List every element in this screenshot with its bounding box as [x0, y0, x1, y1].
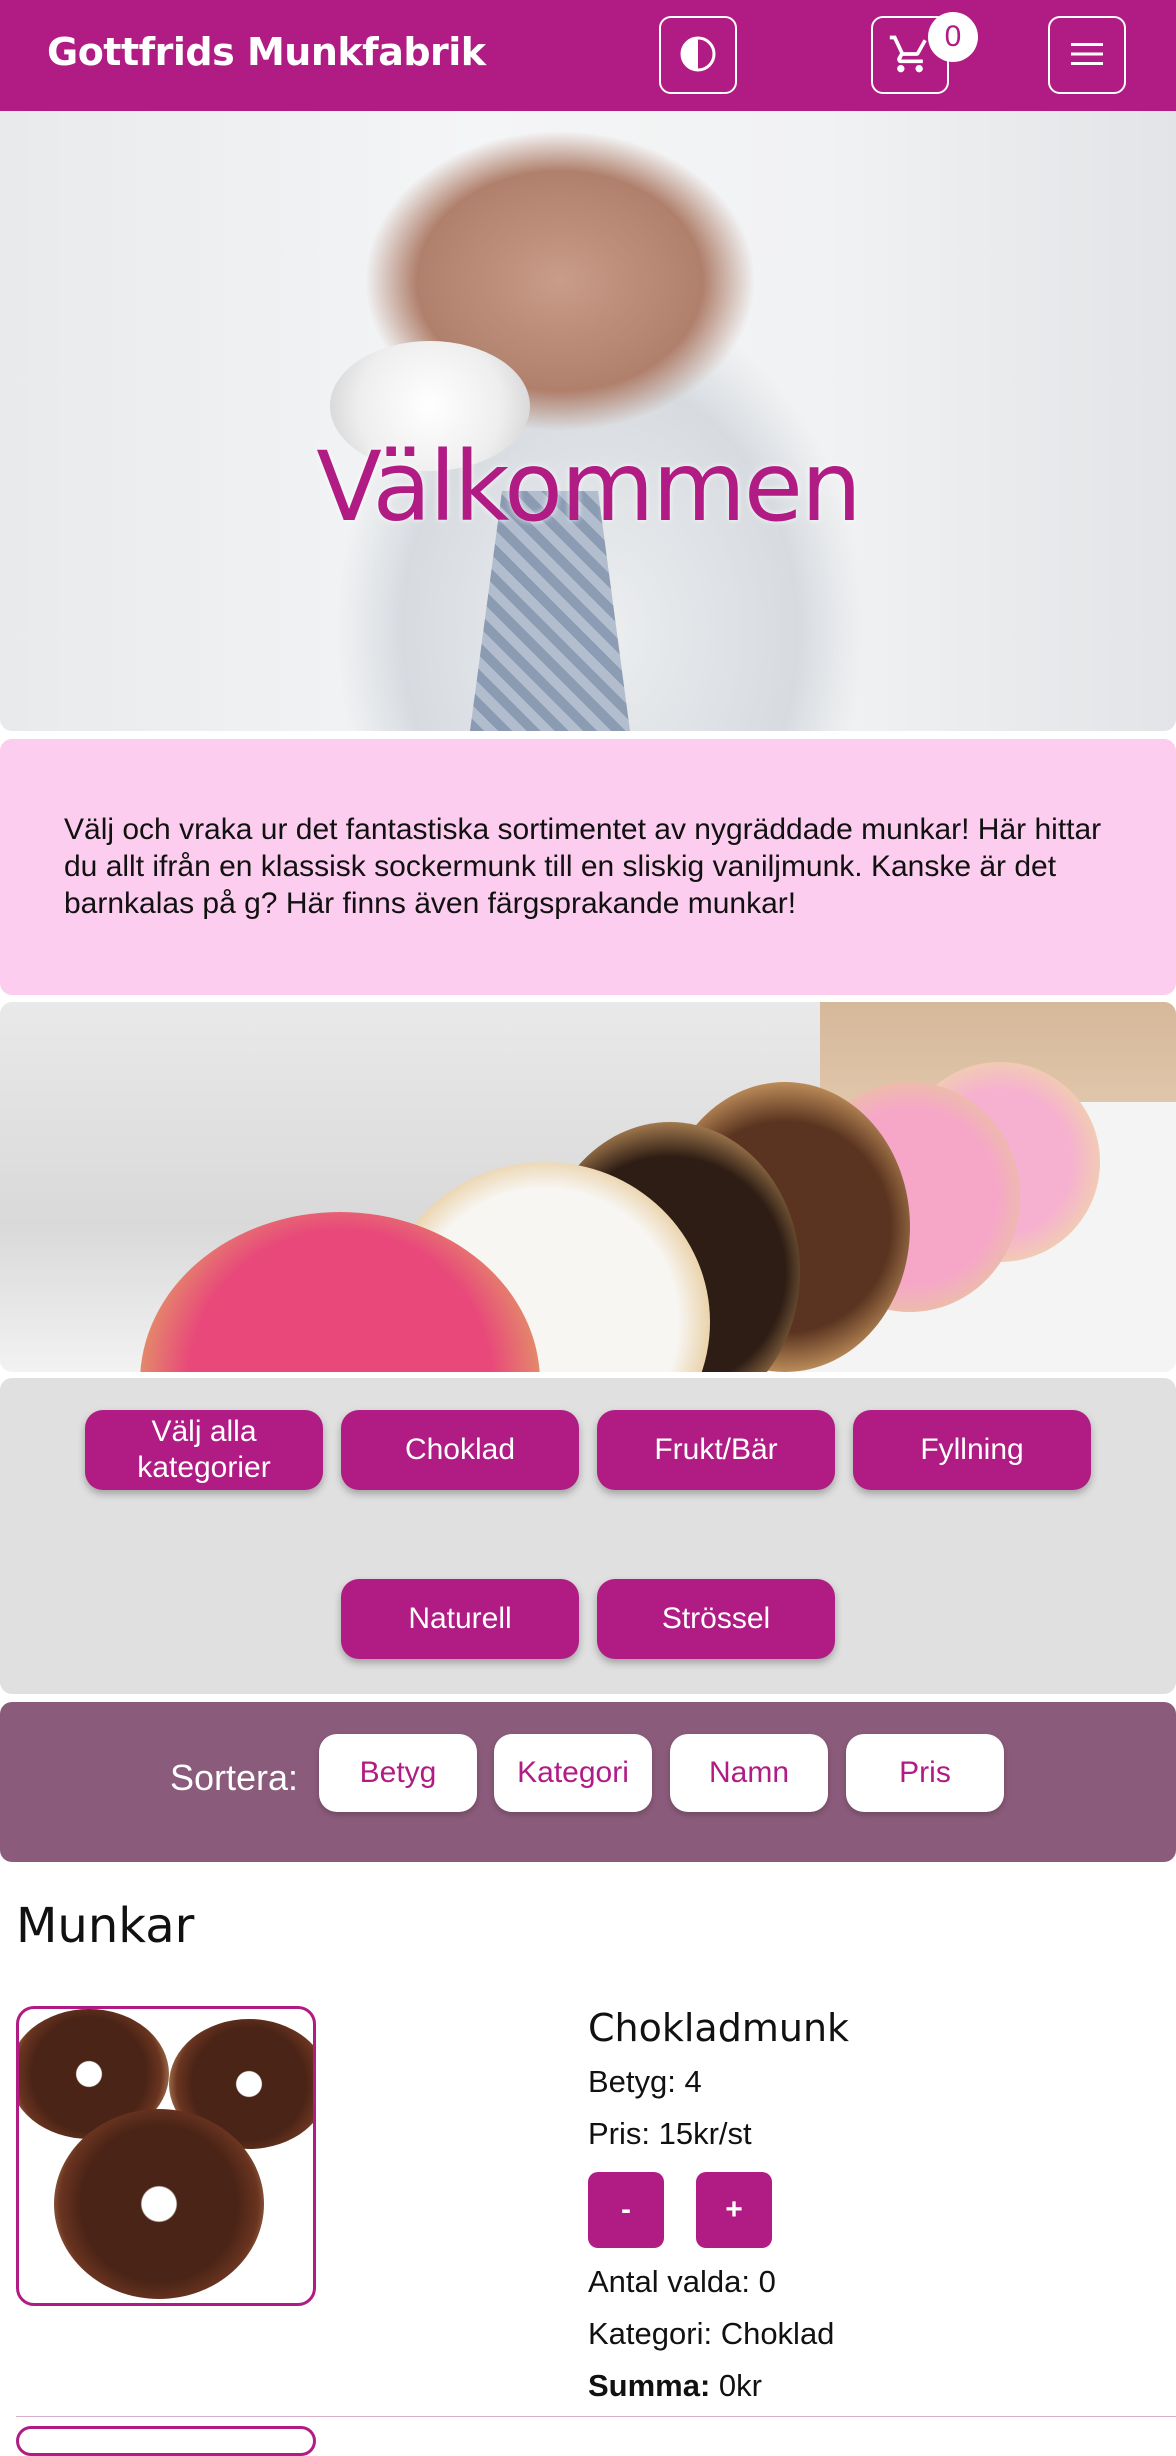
- product-sum-label: Summa:: [588, 2368, 711, 2403]
- sort-label: Sortera:: [170, 1757, 299, 1798]
- donut-image-part: [54, 2109, 264, 2299]
- contrast-toggle-button[interactable]: [659, 16, 737, 94]
- category-all-button[interactable]: Välj alla kategorier: [85, 1410, 323, 1490]
- sort-namn-button[interactable]: Namn: [670, 1734, 828, 1812]
- hero-title: Välkommen: [316, 431, 862, 543]
- category-choklad-button[interactable]: Choklad: [341, 1410, 579, 1490]
- category-strossel-button[interactable]: Strössel: [597, 1579, 835, 1659]
- category-naturell-button[interactable]: Naturell: [341, 1579, 579, 1659]
- sort-betyg-button[interactable]: Betyg: [319, 1734, 477, 1812]
- hero-banner: Välkommen: [0, 111, 1176, 731]
- cart-icon: [888, 32, 932, 79]
- product-sum: Summa: 0kr: [588, 2368, 762, 2404]
- product-image-chokladmunk: [16, 2006, 316, 2306]
- product-category: Kategori: Choklad: [588, 2316, 835, 2351]
- products-heading: Munkar: [16, 1898, 195, 1954]
- sort-panel: Sortera: Betyg Kategori Namn Pris: [0, 1702, 1176, 1862]
- intro-text: Välj och vraka ur det fantastiska sortim…: [64, 813, 1102, 920]
- intro-text-box: Välj och vraka ur det fantastiska sortim…: [0, 739, 1176, 995]
- cart-count-badge: 0: [928, 12, 978, 62]
- product-sum-value: 0kr: [710, 2368, 762, 2403]
- product-selected-count: Antal valda: 0: [588, 2264, 776, 2299]
- sort-kategori-button[interactable]: Kategori: [494, 1734, 652, 1812]
- product-divider: [16, 2416, 1176, 2417]
- donuts-box-image: [0, 1002, 1176, 1372]
- contrast-icon: [678, 34, 718, 77]
- product-price: Pris: 15kr/st: [588, 2116, 752, 2151]
- next-product-image: [16, 2426, 316, 2456]
- product-rating: Betyg: 4: [588, 2064, 702, 2099]
- category-fyllning-button[interactable]: Fyllning: [853, 1410, 1091, 1490]
- brand-title[interactable]: Gottfrids Munkfabrik: [47, 30, 486, 74]
- decrease-quantity-button[interactable]: -: [588, 2172, 664, 2248]
- menu-button[interactable]: [1048, 16, 1126, 94]
- product-name: Chokladmunk: [588, 2006, 850, 2050]
- top-navbar: Gottfrids Munkfabrik 0: [0, 0, 1176, 111]
- hamburger-menu-icon: [1067, 34, 1107, 77]
- sort-pris-button[interactable]: Pris: [846, 1734, 1004, 1812]
- category-filter-panel: Välj alla kategorier Choklad Frukt/Bär F…: [0, 1378, 1176, 1694]
- increase-quantity-button[interactable]: +: [696, 2172, 772, 2248]
- category-frukt-bar-button[interactable]: Frukt/Bär: [597, 1410, 835, 1490]
